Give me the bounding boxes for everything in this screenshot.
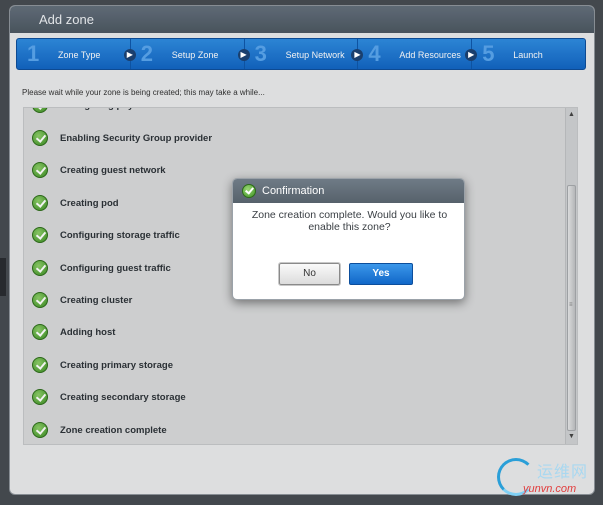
confirmation-dialog: Confirmation Zone creation complete. Wou… [232, 178, 465, 300]
dialog-message: Zone creation complete. Would you like t… [251, 209, 448, 233]
dialog-titlebar: Confirmation [233, 179, 464, 203]
chevron-right-icon: ▶ [237, 49, 250, 61]
no-button[interactable]: No [278, 262, 341, 286]
chevron-right-icon: ▶ [123, 49, 136, 61]
yes-button[interactable]: Yes [349, 263, 413, 285]
watermark-url: yunvn.com [523, 483, 577, 495]
watermark-logo: 运维网 yunvn.com [497, 458, 603, 503]
check-icon [242, 184, 256, 198]
watermark-cn-text: 运维网 [537, 464, 589, 481]
dialog-title: Confirmation [262, 185, 325, 197]
